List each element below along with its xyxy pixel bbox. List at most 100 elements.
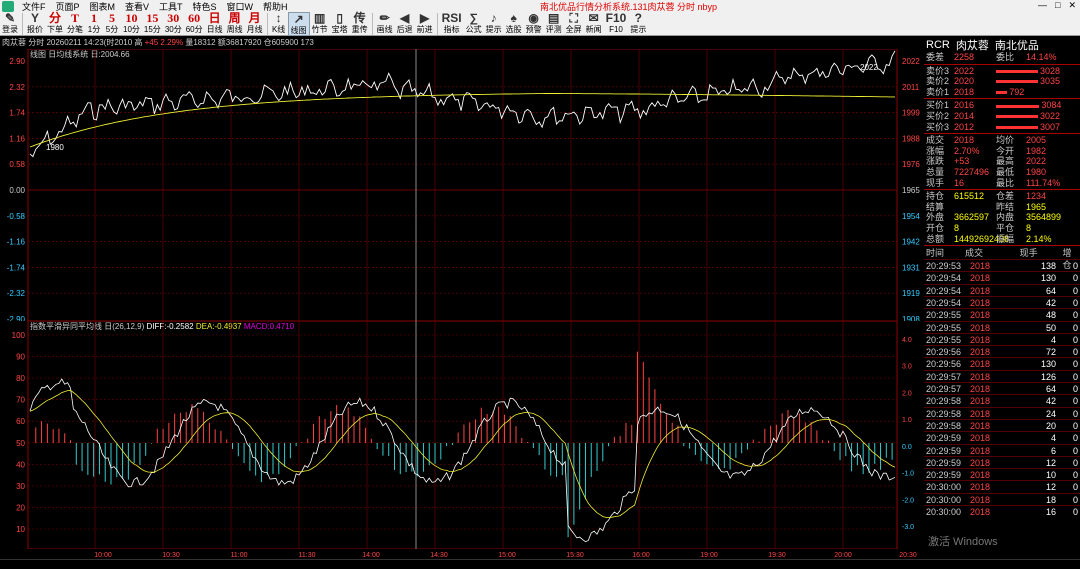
- toolbar-icon: 60: [188, 11, 201, 25]
- toolbar-button-线图[interactable]: ↗ 线图: [287, 12, 310, 36]
- tick-cell: 2018: [970, 261, 991, 272]
- toolbar-button-登录[interactable]: ✎ 登录: [0, 12, 20, 36]
- buy-label: 买价2: [926, 110, 950, 121]
- macd-left-label: 90: [16, 353, 25, 362]
- macd-left-label: 50: [16, 439, 25, 448]
- tick-cell: 2018: [970, 470, 991, 481]
- toolbar-button-预警[interactable]: ◉ 预警: [524, 12, 544, 36]
- tick-cell: 2018: [970, 322, 991, 333]
- left-axis-label: 0.00: [9, 186, 25, 195]
- tick-cell: 20:29:59: [926, 470, 962, 481]
- volume-bar: [996, 104, 1040, 108]
- macd-left-label: 30: [16, 482, 25, 491]
- volume-bar: [996, 69, 1038, 73]
- buy-row: 买价2 2014 3022: [924, 111, 1080, 122]
- tick-cell: 2018: [970, 347, 991, 358]
- price-chart[interactable]: 线图 日均线系统 日:2004.66 2.90 2022 2.32 2011 1.74 19…: [0, 49, 922, 321]
- toolbar-label: 评测: [545, 25, 562, 34]
- left-axis-label: -0.58: [7, 212, 26, 221]
- toolbar-separator: [266, 13, 268, 35]
- volume-bar: [996, 115, 1038, 119]
- toolbar-button-前进[interactable]: ▶ 前进: [415, 12, 435, 36]
- close-button[interactable]: ✕: [1068, 0, 1076, 11]
- tick-row: 20:29:54 2018 130 0: [924, 271, 1080, 283]
- toolbar-label: 提示: [485, 25, 502, 34]
- quote-title: RCR 肉苁蓉 南北优品: [924, 38, 1080, 52]
- toolbar-button-月线[interactable]: 月月线: [245, 12, 265, 36]
- toolbar-icon: 10: [125, 11, 138, 25]
- toolbar-button-全屏[interactable]: ⛶ 全屏: [564, 12, 584, 36]
- toolbar-button-周线[interactable]: 周周线: [225, 12, 245, 36]
- tick-cell: 0: [1072, 273, 1078, 284]
- toolbar-button-分笔[interactable]: T 分笔: [65, 12, 85, 36]
- toolbar-button-下单[interactable]: 分下单: [45, 12, 65, 36]
- tick-row: 20:29:58 2018 20 0: [924, 418, 1080, 431]
- toolbar-button-提示[interactable]: ♪ 提示: [484, 12, 504, 36]
- tick-cell: 20:29:54: [926, 297, 962, 308]
- row-value: 16: [954, 177, 965, 188]
- toolbar-button-30分[interactable]: 30 30分: [163, 12, 184, 36]
- app-icon: [2, 0, 14, 12]
- toolbar-button-评测[interactable]: ▤ 评测: [544, 12, 564, 36]
- stats-row: 总量 7227496 最低 1980: [924, 167, 1080, 178]
- toolbar-button-选股[interactable]: ♠ 选股: [504, 12, 524, 36]
- toolbar-label: 30分: [164, 25, 182, 34]
- maximize-button[interactable]: □: [1055, 0, 1060, 11]
- macd-right-label: 3.0: [902, 364, 912, 371]
- tick-cell: 20:29:55: [926, 310, 962, 321]
- toolbar-label: 竹节: [311, 25, 328, 34]
- windows-watermark: 激活 Windows: [928, 536, 998, 548]
- toolbar-button-10分[interactable]: 10 10分: [121, 12, 142, 36]
- toolbar-button-提示[interactable]: ? 提示: [628, 12, 648, 36]
- row-label: 结算: [926, 201, 945, 212]
- row-value: 3564899: [1026, 212, 1062, 223]
- toolbar-button-F10[interactable]: F10 F10: [604, 12, 629, 36]
- toolbar-button-60分[interactable]: 60 60分: [184, 12, 205, 36]
- tick-cell: 0: [1072, 433, 1078, 444]
- toolbar-button-画线[interactable]: ✏ 画线: [375, 12, 395, 36]
- toolbar-button-5分[interactable]: 5 5分: [103, 12, 121, 36]
- toolbar-button-报价[interactable]: Y 报价: [25, 12, 45, 36]
- left-axis-label: 2.90: [9, 57, 25, 66]
- toolbar-button-宝塔[interactable]: ▯ 宝塔: [330, 12, 350, 36]
- toolbar-button-后退[interactable]: ◀ 后退: [395, 12, 415, 36]
- minimize-button[interactable]: —: [1038, 0, 1047, 11]
- macd-chart[interactable]: 指数平滑异同平均线 日(26,12,9) DIFF:-0.2582 DEA:-0…: [0, 321, 922, 549]
- tick-cell: 20:30:00: [926, 482, 962, 493]
- tick-cell: 20:29:57: [926, 384, 962, 395]
- tick-cell: 138: [1040, 261, 1056, 272]
- toolbar-button-1分[interactable]: 1 1分: [85, 12, 103, 36]
- info-change: +45 2.29%: [144, 38, 184, 47]
- row-label: 委差: [926, 52, 945, 62]
- tick-cell: 2018: [970, 507, 991, 518]
- toolbar-label: 登录: [2, 25, 18, 34]
- row-value: 2.70%: [954, 145, 980, 156]
- toolbar-button-指标[interactable]: RSI 指标: [440, 12, 464, 36]
- toolbar-icon: Y: [30, 11, 39, 25]
- toolbar-button-日线[interactable]: 日日线: [205, 12, 225, 36]
- tick-cell: 0: [1072, 445, 1078, 456]
- row-label: 昨结: [996, 201, 1015, 212]
- tick-cell: 2018: [970, 420, 991, 431]
- tick-cell: 20:29:55: [926, 334, 962, 345]
- toolbar-button-重传[interactable]: 传重传: [350, 12, 370, 36]
- toolbar-button-新闻[interactable]: ✉ 新闻: [584, 12, 604, 36]
- toolbar-button-K线[interactable]: ↕ K线: [270, 12, 288, 36]
- row-value: 111.74%: [1026, 177, 1061, 188]
- time-label: 11:00: [231, 552, 248, 559]
- left-axis-label: -2.32: [7, 289, 26, 298]
- toolbar-icon: ∑: [469, 11, 478, 25]
- toolbar-button-竹节[interactable]: ▥ 竹节: [310, 12, 330, 36]
- toolbar-icon: 月: [248, 11, 261, 25]
- stats-row: 成交 2018 均价 2005: [924, 135, 1080, 146]
- tick-cell: 2018: [970, 408, 991, 419]
- toolbar-button-15分[interactable]: 15 15分: [142, 12, 163, 36]
- toolbar-icon: ✉: [588, 11, 599, 25]
- tick-row: 20:29:59 2018 6 0: [924, 443, 1080, 456]
- macd-left-label: 20: [16, 503, 25, 512]
- info-summary: 肉苁蓉 分时 20260211 14:23(时2010 高: [2, 38, 143, 47]
- row-value: 1982: [1026, 145, 1047, 156]
- tick-cell: 2018: [970, 445, 991, 456]
- tick-cell: 2018: [970, 297, 991, 308]
- toolbar-button-公式[interactable]: ∑ 公式: [464, 12, 484, 36]
